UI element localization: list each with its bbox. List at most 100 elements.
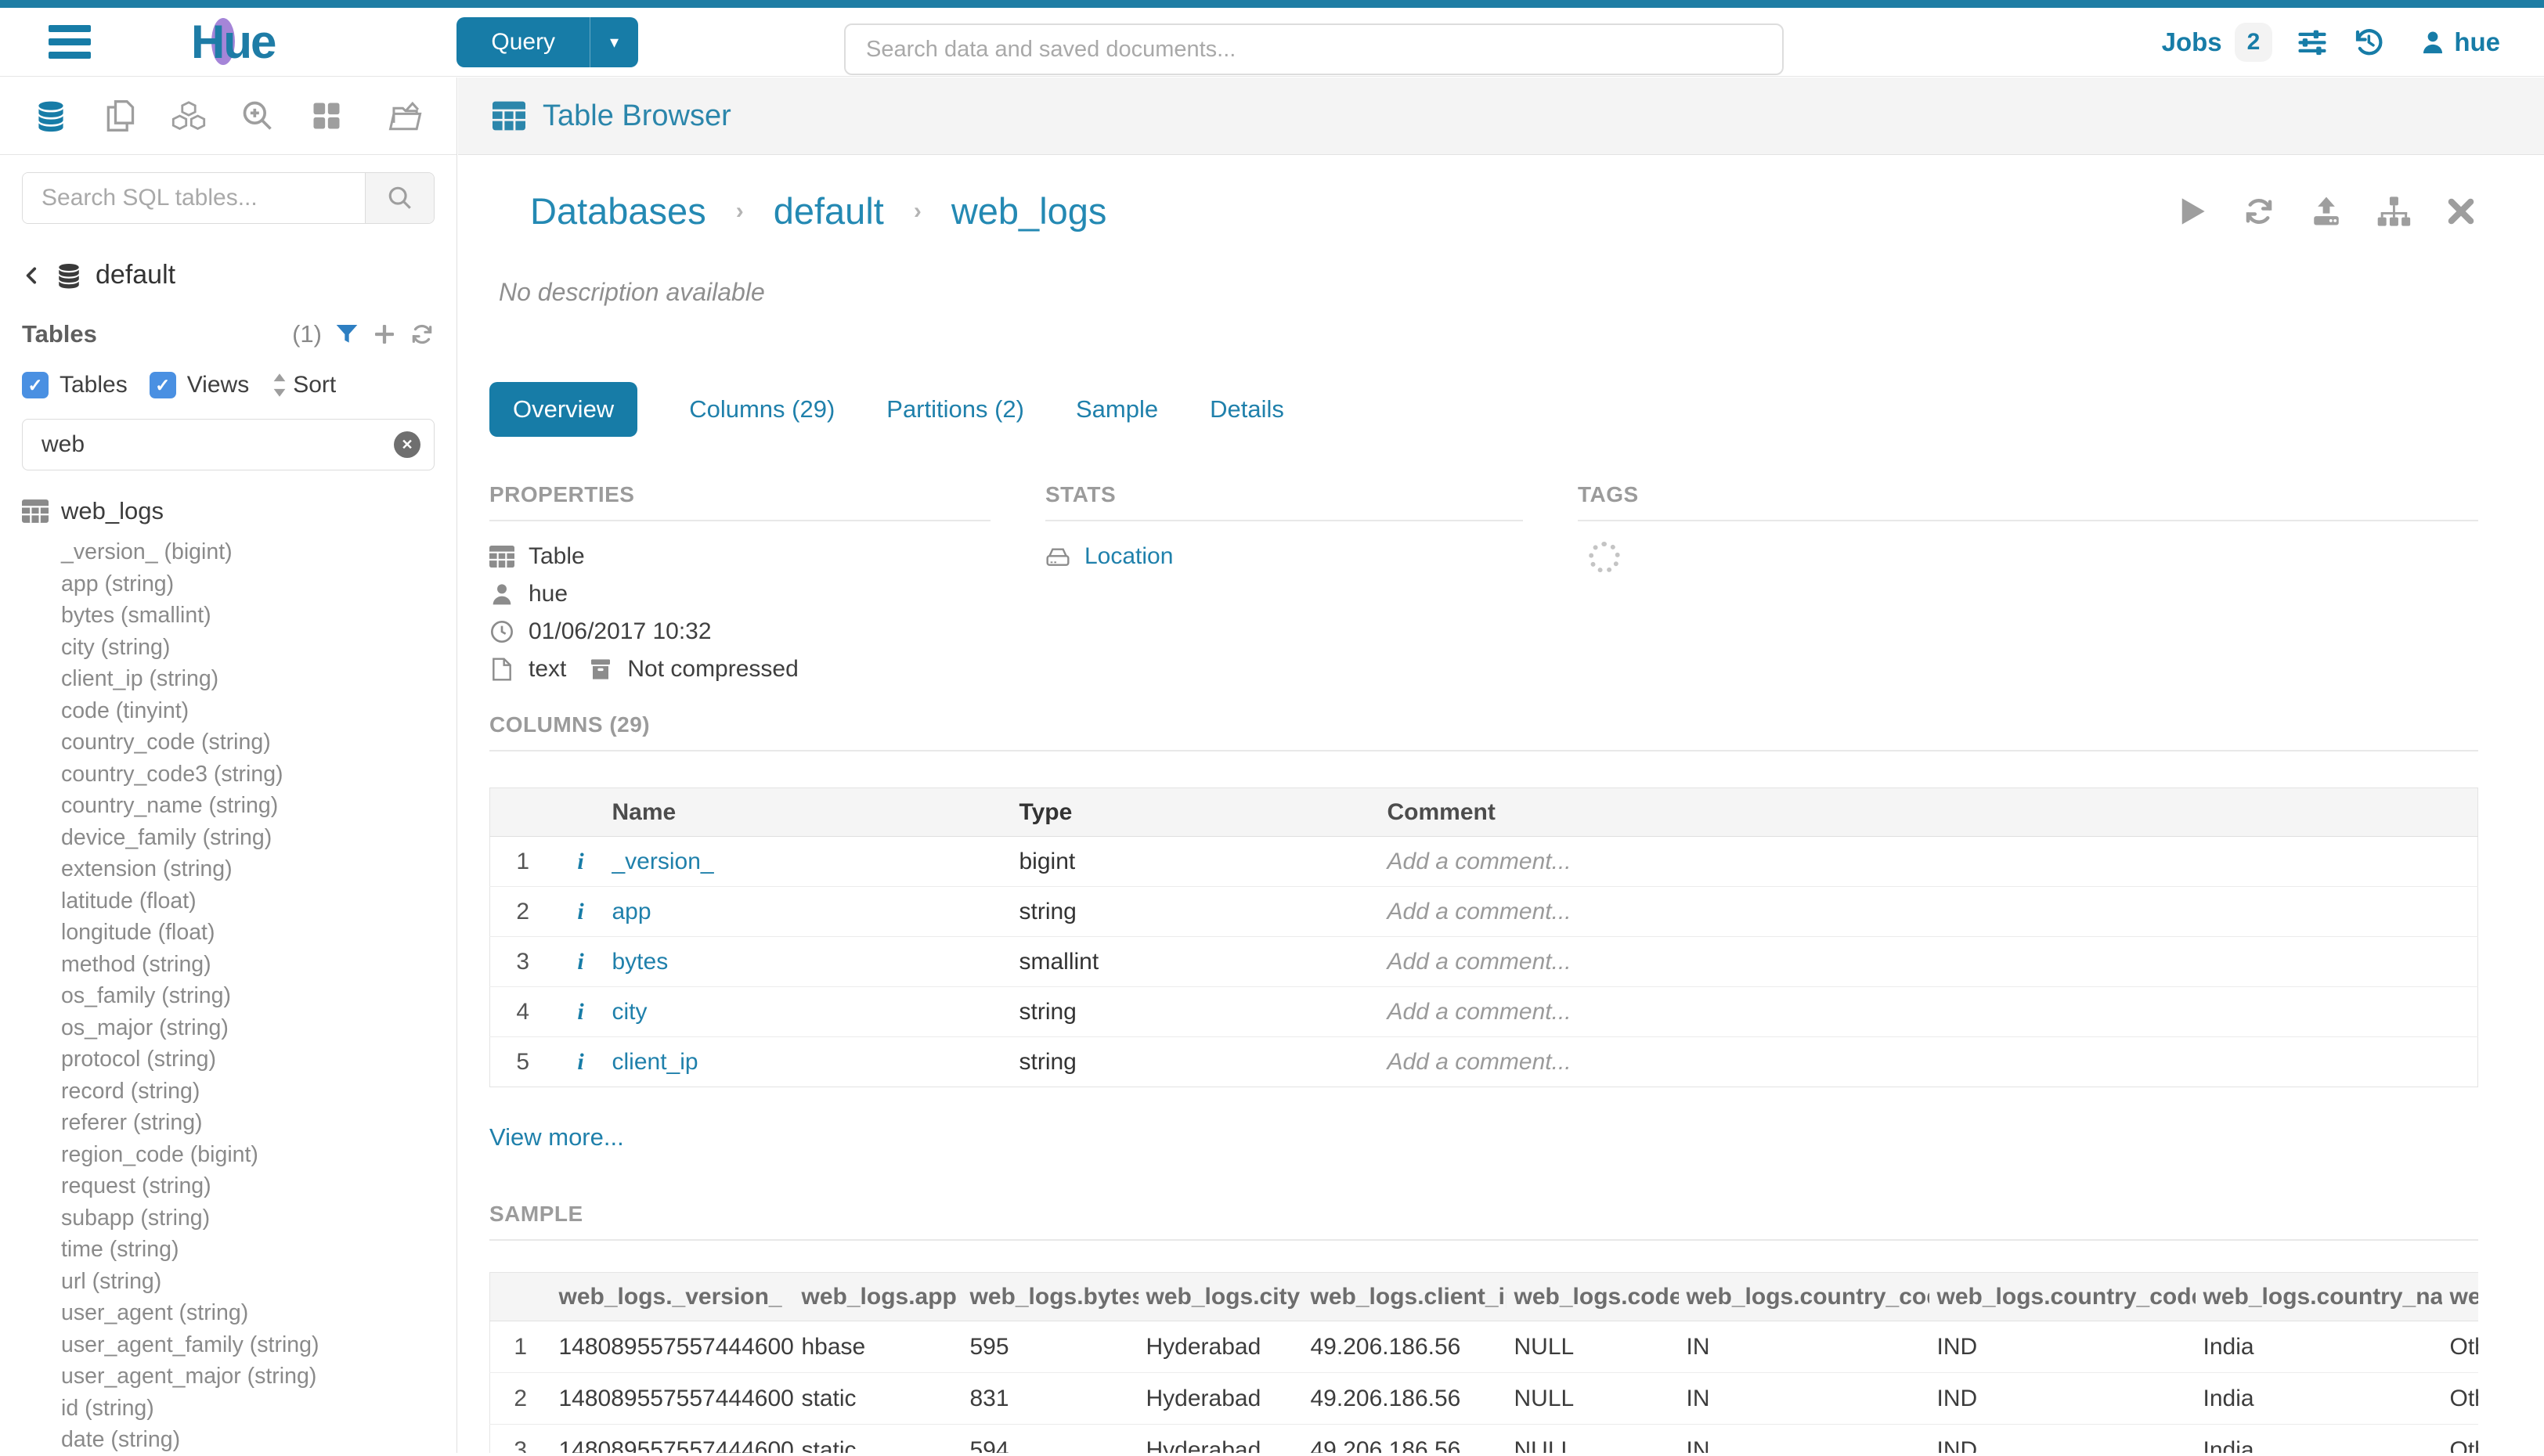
sample-table-scroll-area[interactable]: web_logs._version_ web_logs.app web_logs…	[489, 1272, 2478, 1453]
sample-table: web_logs._version_ web_logs.app web_logs…	[489, 1272, 2478, 1453]
tree-column[interactable]: code (tinyint)	[61, 695, 435, 727]
tree-column[interactable]: time (string)	[61, 1234, 435, 1266]
tab-sample[interactable]: Sample	[1076, 395, 1158, 423]
apps-grid-icon[interactable]	[309, 99, 345, 133]
filter-tables-checkbox[interactable]: ✓ Tables	[22, 372, 128, 398]
breadcrumb-web-logs[interactable]: web_logs	[951, 189, 1107, 232]
tree-column[interactable]: extension (string)	[61, 853, 435, 885]
lineage-sitemap-icon[interactable]	[2376, 195, 2411, 228]
documents-icon[interactable]	[102, 99, 138, 133]
jobs-link[interactable]: Jobs	[2162, 27, 2222, 57]
tree-column[interactable]: latitude (float)	[61, 885, 435, 917]
info-icon[interactable]: i	[577, 1049, 583, 1075]
tree-column[interactable]: city (string)	[61, 632, 435, 664]
database-name[interactable]: default	[96, 260, 175, 290]
query-dropdown-caret-icon[interactable]: ▾	[590, 17, 638, 67]
chevron-left-icon[interactable]	[22, 263, 42, 288]
checkbox-checked-icon[interactable]: ✓	[22, 372, 49, 398]
sample-cell: IN	[1679, 1321, 1929, 1373]
global-search-input[interactable]	[844, 23, 1784, 75]
sql-table-search-input[interactable]	[23, 173, 365, 223]
filter-funnel-icon[interactable]	[334, 322, 359, 347]
column-name-link[interactable]: _version_	[612, 849, 714, 874]
tree-column[interactable]: user_agent_major (string)	[61, 1360, 435, 1393]
sql-table-search-button[interactable]	[365, 173, 434, 223]
add-comment-field[interactable]: Add a comment...	[1381, 887, 2478, 937]
info-icon[interactable]: i	[577, 849, 583, 874]
breadcrumb-default[interactable]: default	[774, 189, 884, 232]
filter-views-checkbox[interactable]: ✓ Views	[150, 372, 249, 398]
tree-column[interactable]: subapp (string)	[61, 1202, 435, 1234]
tab-details[interactable]: Details	[1210, 395, 1284, 423]
tree-column[interactable]: record (string)	[61, 1076, 435, 1108]
hue-logo[interactable]: Hue	[191, 15, 275, 70]
tree-column[interactable]: country_code (string)	[61, 726, 435, 759]
view-more-link[interactable]: View more...	[489, 1123, 624, 1151]
column-name-link[interactable]: city	[612, 999, 648, 1025]
table-filter-input[interactable]	[22, 419, 435, 470]
breadcrumb-databases[interactable]: Databases	[530, 189, 706, 232]
tree-column[interactable]: date (string)	[61, 1424, 435, 1456]
tree-column[interactable]: _version_ (bigint)	[61, 536, 435, 568]
history-icon[interactable]	[2352, 26, 2385, 59]
tab-partitions[interactable]: Partitions (2)	[886, 395, 1024, 423]
user-menu[interactable]: hue	[2420, 27, 2500, 57]
tab-columns[interactable]: Columns (29)	[689, 395, 835, 423]
hamburger-menu-icon[interactable]	[49, 25, 91, 59]
tree-column[interactable]: request (string)	[61, 1170, 435, 1202]
tree-column[interactable]: referer (string)	[61, 1107, 435, 1139]
sliders-icon[interactable]	[2296, 26, 2329, 59]
sort-control[interactable]: Sort	[271, 372, 336, 398]
folder-documents-icon[interactable]	[388, 99, 424, 133]
refresh-icon[interactable]	[2242, 195, 2276, 228]
row-number: 2	[490, 887, 556, 937]
query-button-label[interactable]: Query	[456, 17, 590, 67]
location-link[interactable]: Location	[1084, 543, 1173, 570]
refresh-icon[interactable]	[410, 322, 435, 347]
tree-column[interactable]: region_code (bigint)	[61, 1139, 435, 1171]
tree-column[interactable]: longitude (float)	[61, 917, 435, 949]
sample-cell: Other	[2442, 1425, 2479, 1454]
column-name-link[interactable]: client_ip	[612, 1049, 698, 1075]
table-description[interactable]: No description available	[499, 278, 2478, 307]
tree-table-name[interactable]: web_logs	[61, 497, 164, 525]
tree-column[interactable]: protocol (string)	[61, 1043, 435, 1076]
tree-column[interactable]: device_family (string)	[61, 822, 435, 854]
query-play-icon[interactable]	[2174, 195, 2209, 228]
tree-column[interactable]: bytes (smallint)	[61, 600, 435, 632]
info-icon[interactable]: i	[577, 899, 583, 924]
add-comment-field[interactable]: Add a comment...	[1381, 987, 2478, 1037]
row-number: 5	[490, 1037, 556, 1087]
tree-column[interactable]: method (string)	[61, 949, 435, 981]
cubes-icon[interactable]	[171, 99, 207, 133]
tab-overview[interactable]: Overview	[489, 382, 637, 437]
upload-icon[interactable]	[2309, 195, 2344, 228]
clear-filter-icon[interactable]: ✕	[394, 431, 420, 458]
info-icon[interactable]: i	[577, 999, 583, 1025]
info-icon[interactable]: i	[577, 949, 583, 975]
checkbox-checked-icon[interactable]: ✓	[150, 372, 176, 398]
tree-column[interactable]: app (string)	[61, 568, 435, 600]
tree-column[interactable]: country_name (string)	[61, 790, 435, 822]
tree-table-web-logs[interactable]: web_logs	[22, 497, 435, 525]
close-icon[interactable]	[2444, 195, 2478, 228]
database-breadcrumb[interactable]: default	[22, 260, 435, 290]
tree-column[interactable]: country_code3 (string)	[61, 759, 435, 791]
add-comment-field[interactable]: Add a comment...	[1381, 937, 2478, 987]
tree-column[interactable]: id (string)	[61, 1393, 435, 1425]
tree-column[interactable]: os_major (string)	[61, 1012, 435, 1044]
column-name-link[interactable]: bytes	[612, 949, 669, 975]
add-comment-field[interactable]: Add a comment...	[1381, 837, 2478, 887]
add-icon[interactable]	[372, 322, 397, 347]
query-button[interactable]: Query ▾	[456, 17, 638, 67]
databases-icon[interactable]	[33, 99, 69, 133]
add-comment-field[interactable]: Add a comment...	[1381, 1037, 2478, 1087]
tree-column[interactable]: user_agent (string)	[61, 1297, 435, 1329]
column-name-link[interactable]: app	[612, 899, 651, 924]
zoom-in-icon[interactable]	[240, 99, 276, 133]
tree-column[interactable]: user_agent_family (string)	[61, 1329, 435, 1361]
tree-column[interactable]: client_ip (string)	[61, 663, 435, 695]
tree-column[interactable]: os_family (string)	[61, 980, 435, 1012]
tree-column[interactable]: url (string)	[61, 1266, 435, 1298]
jobs-count-badge[interactable]: 2	[2235, 23, 2273, 62]
